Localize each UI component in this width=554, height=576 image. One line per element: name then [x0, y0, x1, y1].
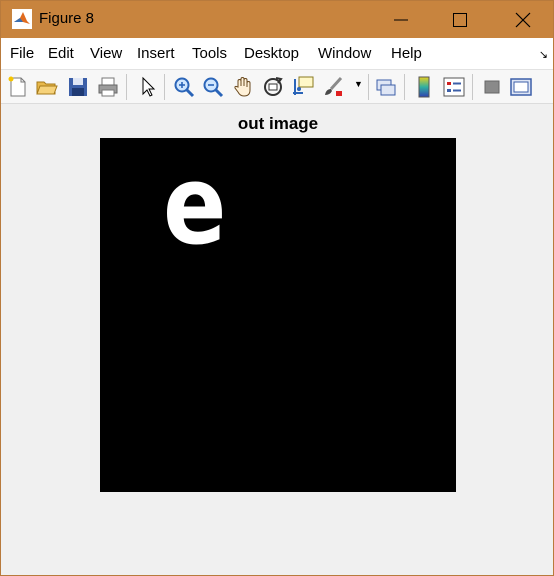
brush-button[interactable] [321, 75, 345, 99]
hide-plot-tools-button[interactable] [480, 75, 504, 99]
insert-legend-icon [443, 77, 465, 97]
save-figure-icon [69, 78, 87, 96]
zoom-in-icon [174, 77, 195, 98]
save-figure-button[interactable] [66, 75, 90, 99]
hide-plot-tools-icon [484, 80, 500, 94]
edit-plot-button[interactable] [136, 75, 160, 99]
brush-dropdown-icon[interactable]: ▼ [354, 79, 363, 89]
insert-colorbar-icon [418, 76, 430, 98]
menu-help[interactable]: Help [391, 45, 422, 62]
data-cursor-button[interactable] [291, 75, 315, 99]
menu-file[interactable]: File [10, 45, 34, 62]
zoom-out-icon [203, 77, 224, 98]
pan-button[interactable] [231, 75, 255, 99]
matlab-logo-icon [12, 9, 32, 29]
data-cursor-icon [293, 76, 314, 95]
maximize-icon [453, 13, 467, 27]
show-plot-tools-icon [510, 78, 532, 96]
zoom-in-button[interactable] [172, 75, 196, 99]
open-file-icon [36, 81, 58, 95]
toolbar-separator [368, 74, 369, 100]
brush-icon [325, 76, 343, 96]
edit-plot-icon [142, 76, 156, 97]
close-button[interactable] [500, 0, 546, 38]
open-file-button[interactable] [35, 75, 59, 99]
toolbar-separator [404, 74, 405, 100]
show-plot-tools-button[interactable] [509, 75, 533, 99]
menu-window[interactable]: Window [318, 45, 371, 62]
print-figure-icon [98, 77, 118, 97]
pan-icon [234, 76, 251, 97]
image-axes[interactable] [100, 138, 456, 492]
new-figure-icon [8, 76, 26, 97]
menu-edit[interactable]: Edit [48, 45, 74, 62]
minimize-button[interactable] [378, 0, 424, 38]
minimize-icon [394, 19, 408, 21]
figure-toolbar: ▼ [0, 70, 554, 104]
close-icon [515, 12, 531, 28]
dock-arrow-icon[interactable]: ↘ [539, 48, 548, 61]
toolbar-separator [472, 74, 473, 100]
toolbar-separator [126, 74, 127, 100]
print-figure-button[interactable] [96, 75, 120, 99]
menu-tools[interactable]: Tools [192, 45, 227, 62]
menu-bar: File Edit View Insert Tools Desktop Wind… [0, 38, 554, 70]
rotate-3d-icon [264, 77, 283, 96]
title-bar[interactable]: Figure 8 [0, 0, 554, 38]
window-title: Figure 8 [39, 10, 95, 27]
image-letter-glyph: e [163, 141, 227, 269]
insert-legend-button[interactable] [442, 75, 466, 99]
rotate-3d-button[interactable] [261, 75, 285, 99]
new-figure-button[interactable] [6, 75, 30, 99]
link-plot-icon [376, 79, 396, 96]
zoom-out-button[interactable] [201, 75, 225, 99]
maximize-button[interactable] [437, 0, 483, 38]
menu-desktop[interactable]: Desktop [244, 45, 299, 62]
menu-insert[interactable]: Insert [137, 45, 175, 62]
insert-colorbar-button[interactable] [412, 75, 436, 99]
link-plot-button[interactable] [374, 75, 398, 99]
axes-title: out image [237, 114, 319, 133]
toolbar-separator [164, 74, 165, 100]
menu-view[interactable]: View [90, 45, 122, 62]
